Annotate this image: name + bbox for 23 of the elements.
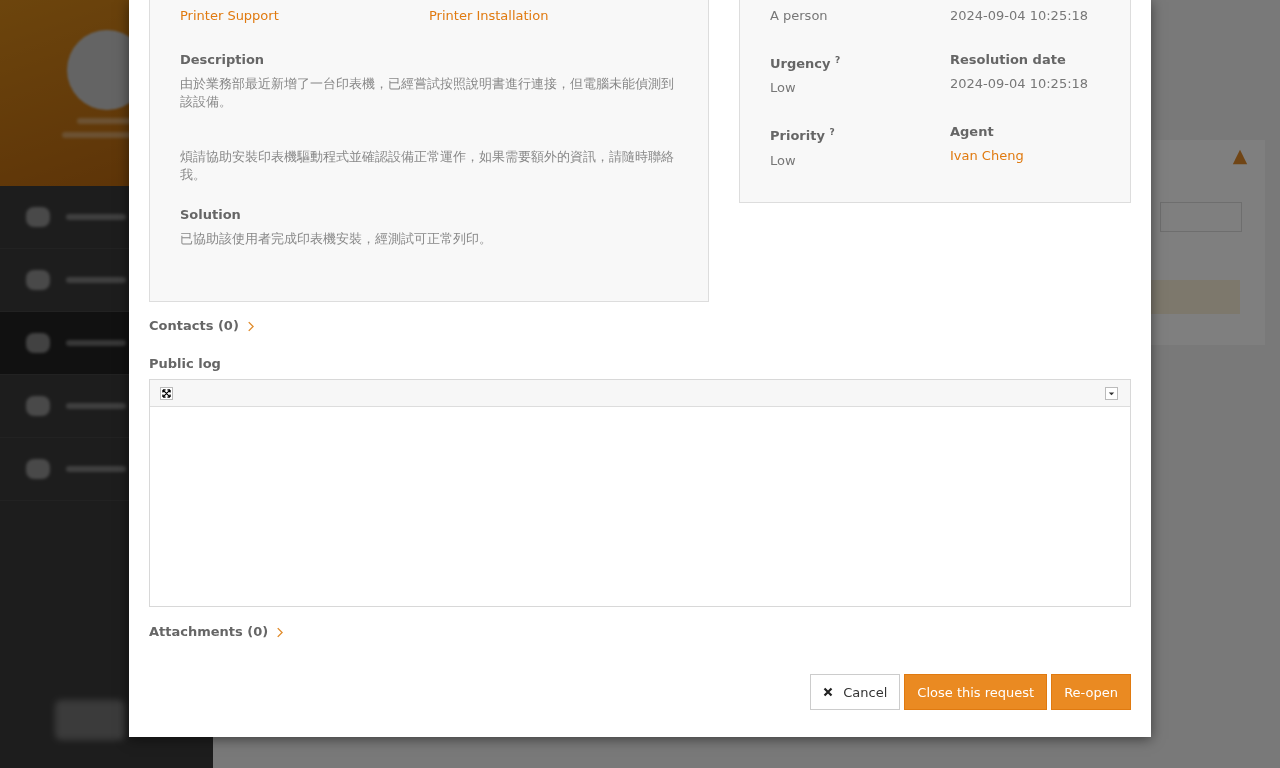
field-label: Resolution date xyxy=(950,51,1066,69)
field-text: 已協助該使用者完成印表機安裝，經測試可正常列印。 xyxy=(180,230,493,248)
field-label: Urgency $^{?}$ xyxy=(770,54,841,74)
field-label: Public log xyxy=(149,355,221,373)
field-value: 2024-09-04 10:25:18 xyxy=(950,75,1089,93)
field-text: 由於業務部最近新增了一台印表機，已經嘗試按照說明書進行連接，但電腦未能偵測到該設備。 xyxy=(180,75,675,111)
field-text: 煩請協助安裝印表機驅動程式並確認設備正常運作，如果需要額外的資訊，請隨時聯絡我。 xyxy=(180,148,675,184)
field-value: Low xyxy=(770,151,796,170)
action-button[interactable]: Close this request xyxy=(904,674,1048,710)
section-toggle[interactable]: Attachments (0) xyxy=(149,623,269,641)
field-value: A person xyxy=(770,7,828,25)
cancel-button[interactable]: Cancel xyxy=(810,674,901,710)
field-link[interactable]: Printer Support xyxy=(180,7,429,25)
action-button[interactable]: Re-open xyxy=(1051,674,1131,710)
field-link[interactable]: Ivan Cheng xyxy=(950,147,1024,166)
field-link[interactable]: Printer Installation xyxy=(429,7,678,25)
field-label: Solution xyxy=(180,206,242,224)
field-label: Agent xyxy=(950,123,994,142)
field-value: 2024-09-04 10:25:18 xyxy=(950,7,1089,25)
field-label: Priority $^{?}$ xyxy=(770,126,835,146)
section-toggle[interactable]: Contacts (0) xyxy=(149,317,239,335)
field-value: Low xyxy=(770,79,796,98)
field-label: Description xyxy=(180,51,266,69)
